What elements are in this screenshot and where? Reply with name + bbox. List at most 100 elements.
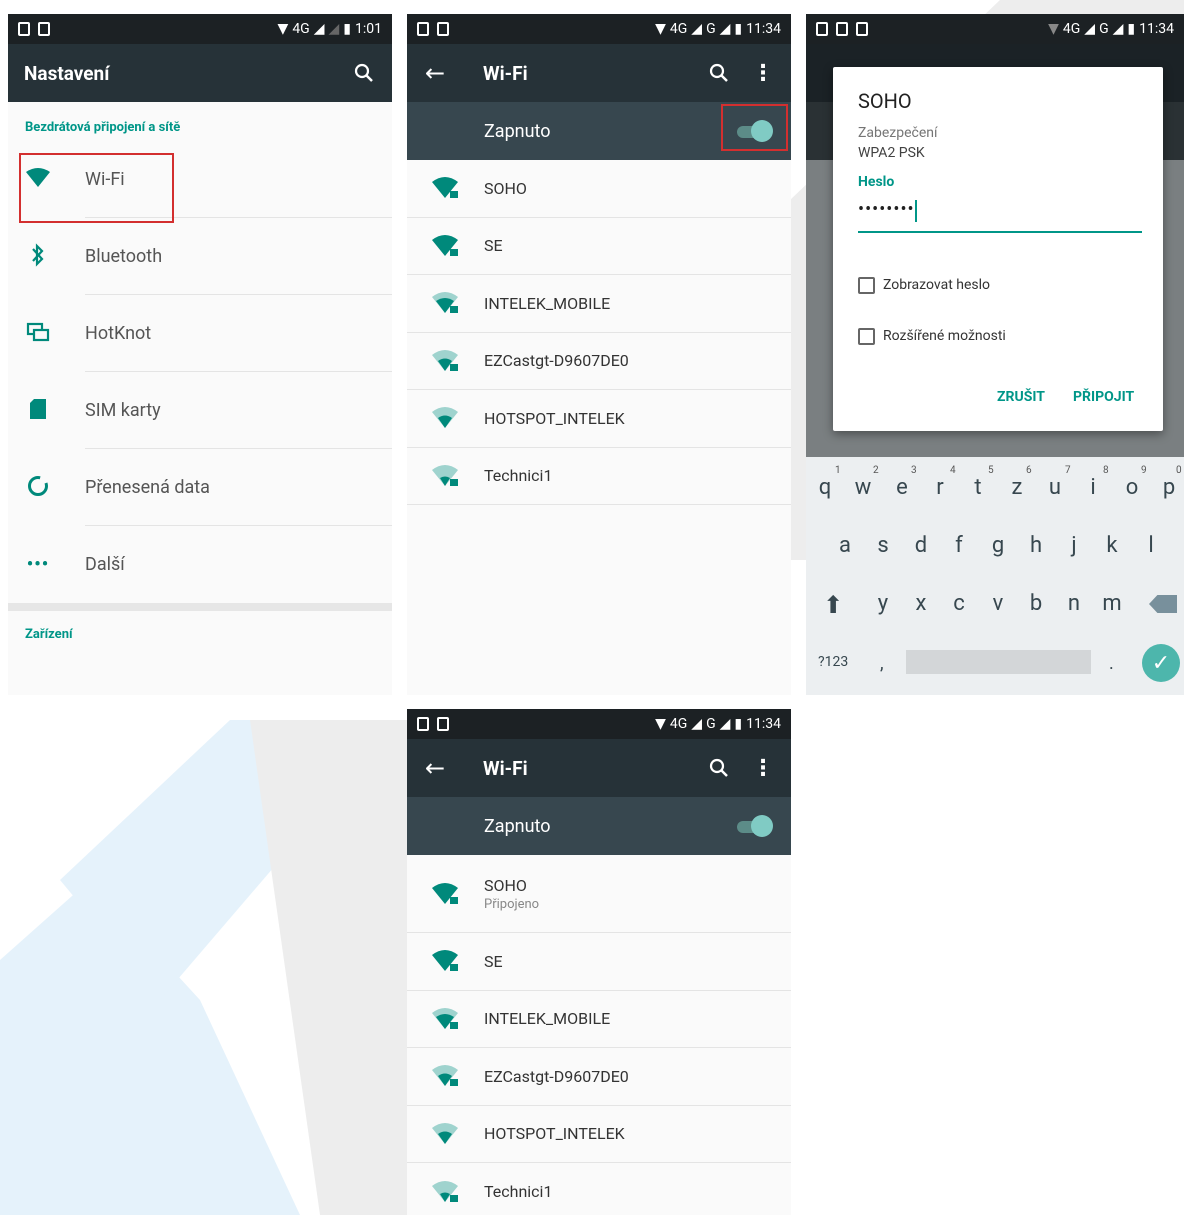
period-key[interactable]: .: [1109, 653, 1114, 674]
wifi-highlight-box: [19, 153, 174, 223]
settings-item-label: Přenesená data: [85, 477, 210, 498]
overflow-menu-icon[interactable]: ⋮: [751, 756, 775, 781]
network-row[interactable]: Technici1: [407, 448, 791, 505]
show-password-checkbox[interactable]: Zobrazovat heslo: [858, 277, 990, 294]
settings-item-hotknot[interactable]: HotKnot: [8, 295, 392, 372]
status-bar: ▼ 4G ◢ G ◢ ▮ 11:34: [806, 14, 1184, 44]
settings-screen: ▼ 4G ◢ ◢ ▮ 1:01 Nastavení Bezdrátová při…: [8, 14, 392, 695]
network-row[interactable]: HOTSPOT_INTELEK: [407, 390, 791, 448]
network-row[interactable]: INTELEK_MOBILE: [407, 275, 791, 333]
shift-key-icon[interactable]: ⬆: [818, 591, 848, 619]
key-q[interactable]: q: [810, 475, 840, 500]
key-y[interactable]: y: [868, 591, 898, 616]
more-icon: •••: [26, 554, 50, 575]
keyboard[interactable]: 1 2 3 4 5 6 7 8 9 0 q w e r t z u i o p …: [806, 457, 1184, 695]
back-arrow-icon[interactable]: ←: [423, 754, 447, 782]
section-header-device: Zařízení: [25, 627, 73, 642]
status-bar: ▼ 4G ◢ ◢ ▮ 1:01: [8, 14, 392, 44]
key-c[interactable]: c: [944, 591, 974, 616]
space-key[interactable]: [906, 650, 1091, 674]
search-icon[interactable]: [352, 61, 376, 85]
comma-key[interactable]: ,: [880, 653, 884, 674]
data-usage-icon: [26, 474, 50, 502]
key-r[interactable]: r: [925, 475, 955, 500]
password-field[interactable]: ••••••••: [858, 199, 1142, 233]
key-d[interactable]: d: [906, 533, 936, 558]
network-row[interactable]: EZCastgt-D9607DE0: [407, 1048, 791, 1106]
wifi-switch-bar[interactable]: Zapnuto: [407, 797, 791, 855]
network-row[interactable]: SOHO: [407, 160, 791, 218]
toolbar: ← Wi-Fi ⋮: [407, 739, 791, 797]
network-type-2: G: [706, 21, 716, 37]
switch-label: Zapnuto: [484, 120, 551, 142]
key-t[interactable]: t: [963, 475, 993, 500]
bluetooth-icon: [30, 242, 46, 271]
key-h[interactable]: h: [1021, 533, 1051, 558]
key-i[interactable]: i: [1078, 475, 1108, 500]
network-ssid: SOHO: [484, 875, 527, 895]
key-j[interactable]: j: [1059, 533, 1089, 558]
signal-icon-2: ◢: [1112, 21, 1124, 37]
network-ssid: INTELEK_MOBILE: [484, 293, 611, 313]
toggle-highlight-box: [721, 104, 788, 151]
network-type-2: G: [706, 716, 716, 732]
key-b[interactable]: b: [1021, 591, 1051, 616]
signal-icon-2: ◢: [719, 716, 731, 732]
key-x[interactable]: x: [906, 591, 936, 616]
network-row[interactable]: Technici1: [407, 1163, 791, 1215]
key-m[interactable]: m: [1097, 591, 1127, 616]
key-o[interactable]: o: [1117, 475, 1147, 500]
password-label: Heslo: [858, 174, 895, 190]
network-ssid: SE: [484, 236, 503, 256]
key-w[interactable]: w: [848, 475, 878, 500]
security-value: WPA2 PSK: [858, 145, 925, 161]
key-k[interactable]: k: [1097, 533, 1127, 558]
key-n[interactable]: n: [1059, 591, 1089, 616]
backspace-icon[interactable]: [1149, 595, 1177, 613]
search-icon[interactable]: [707, 61, 731, 85]
key-p[interactable]: p: [1154, 475, 1184, 500]
network-ssid: EZCastgt-D9607DE0: [484, 351, 629, 371]
key-a[interactable]: a: [830, 533, 860, 558]
network-list: SOHO SE INTELEK_MOBILE EZCastgt-D9607DE0…: [407, 160, 791, 505]
wifi-toggle[interactable]: [735, 815, 773, 837]
key-l[interactable]: l: [1136, 533, 1166, 558]
key-f[interactable]: f: [944, 533, 974, 558]
key-u[interactable]: u: [1040, 475, 1070, 500]
sim-card-icon: [29, 398, 47, 424]
settings-item-bluetooth[interactable]: Bluetooth: [8, 218, 392, 295]
overflow-menu-icon[interactable]: ⋮: [751, 61, 775, 86]
clock: 11:34: [746, 21, 781, 37]
back-arrow-icon[interactable]: ←: [423, 59, 447, 87]
network-type-2: G: [1099, 21, 1109, 37]
connect-button[interactable]: PŘIPOJIT: [1073, 389, 1134, 405]
settings-item-more[interactable]: ••• Další: [8, 526, 392, 603]
search-icon[interactable]: [707, 756, 731, 780]
done-key-icon[interactable]: ✓: [1142, 644, 1180, 682]
network-row-connected[interactable]: SOHO Připojeno: [407, 855, 791, 933]
symbols-key[interactable]: ?123: [818, 654, 848, 670]
advanced-options-checkbox[interactable]: Rozšířené možnosti: [858, 328, 1006, 345]
settings-item-sim[interactable]: SIM karty: [8, 372, 392, 449]
page-title: Nastavení: [24, 61, 110, 85]
cancel-button[interactable]: ZRUŠIT: [997, 389, 1045, 405]
key-g[interactable]: g: [983, 533, 1013, 558]
network-row[interactable]: HOTSPOT_INTELEK: [407, 1106, 791, 1163]
signal-icon: ◢: [691, 716, 703, 732]
network-row[interactable]: EZCastgt-D9607DE0: [407, 333, 791, 390]
network-ssid: SOHO: [484, 178, 527, 198]
key-e[interactable]: e: [887, 475, 917, 500]
network-row[interactable]: SE: [407, 218, 791, 275]
signal-icon: ◢: [1084, 21, 1096, 37]
checkbox-icon: [858, 277, 875, 294]
network-row[interactable]: INTELEK_MOBILE: [407, 991, 791, 1048]
settings-item-data-usage[interactable]: Přenesená data: [8, 449, 392, 526]
key-z[interactable]: z: [1002, 475, 1032, 500]
signal-icon: ◢: [691, 21, 703, 37]
checkbox-label: Zobrazovat heslo: [883, 277, 990, 294]
key-v[interactable]: v: [983, 591, 1013, 616]
network-row[interactable]: SE: [407, 933, 791, 991]
key-s[interactable]: s: [868, 533, 898, 558]
wifi-lock-icon: [431, 292, 458, 314]
wifi-lock-icon: [431, 1180, 458, 1202]
